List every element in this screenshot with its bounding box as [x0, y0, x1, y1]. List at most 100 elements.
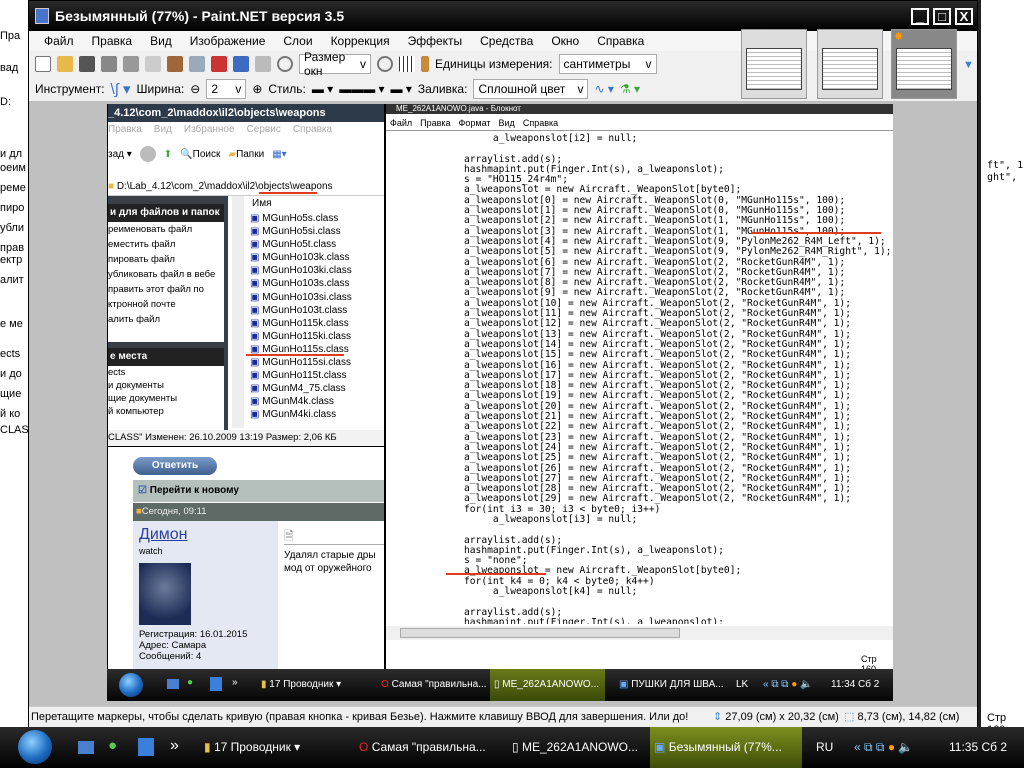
- paste-icon[interactable]: [167, 55, 183, 72]
- taskbar-item-explorer[interactable]: ▮ 17 Проводник ▾: [200, 737, 340, 757]
- place-link[interactable]: и документы: [108, 379, 224, 392]
- explorer-menu-item[interactable]: Вид: [154, 124, 172, 135]
- file-row[interactable]: ▣ MGunHo103t.class: [250, 304, 352, 317]
- increase-width-icon[interactable]: ⊕: [252, 82, 262, 96]
- task-link[interactable]: править этот файл по ктронной почте: [108, 282, 224, 312]
- width-select[interactable]: 2v: [206, 78, 247, 99]
- explorer-menu-item[interactable]: Сервис: [247, 124, 281, 135]
- address-bar[interactable]: ■ D:\Lab_4.12\com_2\maddox\il2\objects\w…: [108, 178, 384, 196]
- more-icon[interactable]: »: [170, 737, 179, 755]
- explorer-menu-item[interactable]: Избранное: [184, 124, 235, 135]
- image-thumbnail[interactable]: [817, 29, 883, 99]
- vertical-scrollbar[interactable]: [232, 196, 244, 428]
- image-canvas[interactable]: _4.12\com_2\maddox\il2\objects\weapons П…: [107, 104, 893, 701]
- image-thumbnail[interactable]: [741, 29, 807, 99]
- show-desktop-icon[interactable]: [167, 679, 179, 689]
- taskbar-item-notepad[interactable]: ▯ ME_262A1ANOWO...: [508, 737, 648, 757]
- units-select[interactable]: сантиметры v: [558, 53, 657, 74]
- menu-item[interactable]: Вид: [141, 31, 181, 51]
- menu-item[interactable]: Файл: [35, 31, 83, 51]
- image-thumbnail-active[interactable]: ✸: [891, 29, 957, 99]
- menu-item[interactable]: Правка: [83, 31, 142, 51]
- menu-item[interactable]: Эффекты: [399, 31, 472, 51]
- taskbar-item-explorer[interactable]: ▮ 17 Проводник ▾: [257, 675, 367, 695]
- file-row[interactable]: ▣ MGunM4k.class: [250, 395, 352, 408]
- explorer-menu-item[interactable]: Правка: [108, 124, 142, 135]
- folders-button[interactable]: ▰Папки: [228, 149, 264, 160]
- browser-icon[interactable]: ●: [187, 677, 193, 688]
- username-link[interactable]: Димон: [139, 526, 188, 544]
- file-row[interactable]: ▣ MGunHo103s.class: [250, 277, 352, 290]
- file-row[interactable]: ▣ MGunHo115ki.class: [250, 330, 352, 343]
- cut-icon[interactable]: [123, 55, 139, 72]
- print-icon[interactable]: [101, 55, 117, 72]
- taskbar-item-paintnet[interactable]: ▣ ПУШКИ ДЛЯ ШВА...: [615, 675, 725, 695]
- save-icon[interactable]: [79, 55, 95, 72]
- start-button[interactable]: [119, 673, 143, 697]
- canvas-area[interactable]: _4.12\com_2\maddox\il2\objects\weapons П…: [29, 101, 977, 706]
- zoom-in-icon[interactable]: [377, 55, 393, 72]
- blend-mode-icon[interactable]: ⚗ ▾: [620, 82, 640, 96]
- snap-icon[interactable]: [210, 677, 222, 691]
- grid-icon[interactable]: [399, 55, 415, 72]
- search-button[interactable]: 🔍Поиск: [180, 149, 220, 160]
- explorer-menu-item[interactable]: Справка: [293, 124, 332, 135]
- taskbar-item-opera[interactable]: O Самая "правильна...: [377, 675, 487, 695]
- file-row[interactable]: ▣ MGunHo5si.class: [250, 225, 352, 238]
- language-indicator[interactable]: RU: [812, 737, 833, 757]
- notepad-menu-item[interactable]: Файл: [390, 118, 412, 128]
- copy-icon[interactable]: [145, 55, 161, 72]
- menu-item[interactable]: Слои: [274, 31, 321, 51]
- maximize-button[interactable]: □: [933, 8, 951, 25]
- up-folder-icon[interactable]: ⬆: [164, 149, 172, 160]
- line-curve-tool-icon[interactable]: \∫ ▾: [111, 80, 131, 98]
- back-button[interactable]: зад ▾: [108, 149, 132, 160]
- browser-icon[interactable]: ●: [108, 737, 117, 754]
- task-link[interactable]: еместить файл: [108, 237, 224, 252]
- ruler-icon[interactable]: [421, 55, 429, 72]
- views-icon[interactable]: ▦▾: [272, 149, 286, 160]
- start-cap-select[interactable]: ▬ ▾: [312, 82, 333, 96]
- zoom-out-icon[interactable]: [277, 55, 293, 72]
- file-row[interactable]: ▣ MGunM4ki.class: [250, 408, 352, 421]
- tray-icons[interactable]: « ⧉ ⧉ ● 🔈: [850, 737, 913, 757]
- forward-icon[interactable]: [139, 146, 156, 162]
- goto-new-link[interactable]: ☑ Перейти к новому: [133, 480, 384, 502]
- task-link[interactable]: реименовать файл: [108, 222, 224, 237]
- deselect-icon[interactable]: [211, 55, 227, 72]
- close-button[interactable]: X: [955, 8, 973, 25]
- undo-icon[interactable]: [233, 55, 249, 72]
- file-row[interactable]: ▣ MGunHo5t.class: [250, 238, 352, 251]
- redo-icon[interactable]: [255, 55, 271, 72]
- file-row[interactable]: ▣ MGunHo115si.class: [250, 356, 352, 369]
- file-row[interactable]: ▣ MGunHo115t.class: [250, 369, 352, 382]
- taskbar-item-paintnet[interactable]: ▣ Безымянный (77%...: [650, 727, 802, 768]
- menu-item[interactable]: Коррекция: [322, 31, 399, 51]
- menu-item[interactable]: Справка: [588, 31, 653, 51]
- place-link[interactable]: й компьютер: [108, 405, 224, 418]
- file-row[interactable]: ▣ MGunHo115k.class: [250, 317, 352, 330]
- file-row[interactable]: ▣ MGunM4_75.class: [250, 382, 352, 395]
- taskbar-item-notepad[interactable]: ▯ ME_262A1ANOWO...: [490, 669, 605, 701]
- place-link[interactable]: ects: [108, 366, 224, 379]
- reply-button[interactable]: Ответить: [133, 457, 217, 475]
- antialias-icon[interactable]: ∿ ▾: [594, 82, 613, 96]
- fill-select[interactable]: Сплошной цвет v: [473, 78, 589, 99]
- decrease-width-icon[interactable]: ⊖: [190, 82, 200, 96]
- more-icon[interactable]: »: [232, 677, 238, 688]
- crop-icon[interactable]: [189, 55, 205, 72]
- menu-item[interactable]: Средства: [471, 31, 542, 51]
- tray-icons[interactable]: « ⧉ ⧉ ● 🔈: [759, 675, 812, 695]
- language-indicator[interactable]: LK: [732, 675, 748, 695]
- file-row[interactable]: ▣ MGunHo103k.class: [250, 251, 352, 264]
- notepad-menu-item[interactable]: Правка: [420, 118, 450, 128]
- new-icon[interactable]: [35, 55, 51, 72]
- text-area[interactable]: a_lweaponslot[i2] = null; arraylist.add(s…: [464, 104, 893, 624]
- horizontal-scrollbar[interactable]: [386, 626, 893, 640]
- show-desktop-icon[interactable]: [78, 741, 94, 754]
- end-cap-select[interactable]: ▬ ▾: [391, 82, 412, 96]
- file-row[interactable]: ▣ MGunHo103ki.class: [250, 264, 352, 277]
- dash-style-select[interactable]: ▬▬▬ ▾: [339, 82, 384, 96]
- file-row[interactable]: ▣ MGunHo5s.class: [250, 212, 352, 225]
- zoom-select[interactable]: Размер окн v: [299, 50, 371, 78]
